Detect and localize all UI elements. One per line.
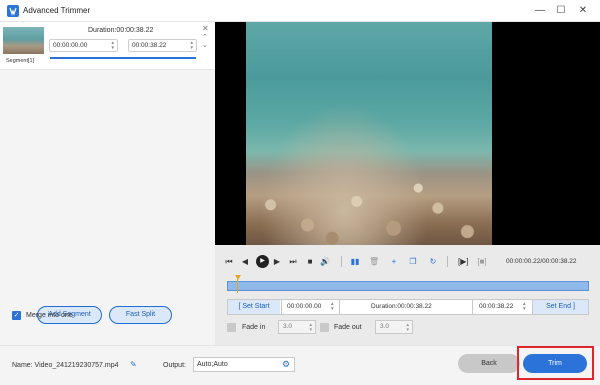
reset-icon[interactable]: ↻ [428, 257, 438, 267]
segment-end-value: 00:00:38.22 [132, 42, 167, 49]
set-start-button[interactable]: [ Set Start [228, 300, 280, 314]
video-frame-foreground [246, 178, 492, 245]
segment-close-icon[interactable]: ✕ [202, 24, 209, 33]
segment-progress-bar [50, 57, 196, 59]
back-button[interactable]: Back [458, 354, 520, 373]
close-icon[interactable]: ✕ [575, 3, 591, 19]
trim-button[interactable]: Trim [523, 354, 587, 373]
fade-in-checkbox[interactable] [227, 323, 236, 332]
output-file-name: Name: Video_241219230757.mp4 [12, 362, 119, 369]
stepper-icon[interactable]: ▲ ▼ [190, 40, 194, 50]
segment-down-icon[interactable]: ⌄ [202, 41, 208, 49]
app-logo-icon [7, 5, 19, 17]
segment-start-field[interactable]: 00:00:00.00 ▲ ▼ [49, 39, 118, 52]
end-time-field[interactable]: 00:00:38.22 [479, 300, 513, 314]
timeline-track[interactable] [227, 281, 589, 291]
window-title: Advanced Trimmer [23, 6, 91, 15]
segment-thumbnail [3, 27, 44, 54]
divider [472, 299, 473, 315]
segment-start-value: 00:00:00.00 [53, 42, 88, 49]
segment-name: Segment[1] [6, 58, 35, 64]
divider [341, 256, 342, 267]
divider [281, 299, 282, 315]
title-bar: Advanced Trimmer — ☐ ✕ [0, 0, 600, 22]
volume-icon[interactable]: 🔊 [320, 257, 330, 267]
stepper-icon[interactable]: ▲ ▼ [406, 322, 410, 332]
playhead-marker[interactable] [235, 275, 241, 280]
segment-end-field[interactable]: 00:00:38.22 ▲ ▼ [128, 39, 197, 52]
delete-icon[interactable]: 🗑 [369, 257, 379, 267]
divider [339, 299, 340, 315]
output-value: Auto;Auto [197, 361, 228, 368]
fast-split-button[interactable]: Fast Split [109, 306, 172, 324]
bracket-play-icon[interactable]: [▶] [458, 257, 469, 267]
stepper-icon[interactable]: ▲ ▼ [522, 301, 526, 311]
segment-panel [0, 22, 215, 345]
stop-icon[interactable]: ■ [305, 257, 315, 267]
output-label: Output: [163, 362, 186, 369]
add-icon[interactable]: + [389, 257, 399, 267]
gear-icon[interactable]: ⚙ [282, 357, 290, 372]
skip-start-icon[interactable]: ⏮ [224, 257, 234, 267]
split-icon[interactable]: ▮▮ [350, 257, 360, 267]
fade-out-field[interactable]: 3.0 ▲ ▼ [375, 320, 413, 334]
fade-out-label: Fade out [334, 324, 362, 331]
divider [447, 256, 448, 267]
copy-icon[interactable]: ❐ [408, 257, 418, 267]
trim-duration: Duration:00:00:38.22 [371, 303, 432, 310]
fade-in-field[interactable]: 3.0 ▲ ▼ [278, 320, 316, 334]
set-start-label: Set Start [242, 303, 270, 310]
set-end-label: Set End [546, 303, 572, 310]
skip-end-icon[interactable]: ⏭ [288, 257, 298, 267]
output-settings-field[interactable]: Auto;Auto [193, 357, 295, 372]
segment-card[interactable]: Segment[1] Duration:00:00:38.22 00:00:00… [0, 22, 215, 70]
stepper-icon[interactable]: ▲ ▼ [111, 40, 115, 50]
merge-checkbox[interactable]: ✓ [12, 311, 21, 320]
segment-up-icon[interactable]: ⌃ [202, 33, 208, 41]
step-forward-icon[interactable]: ▶ [272, 257, 282, 267]
stepper-icon[interactable]: ▲ ▼ [309, 322, 313, 332]
rename-pencil-icon[interactable]: ✎ [130, 360, 137, 369]
step-back-icon[interactable]: ◀ [240, 257, 250, 267]
fade-in-label: Fade in [242, 324, 266, 331]
set-end-icon: ] [571, 303, 575, 310]
time-readout: 00:00:00.22/00:00:38.22 [506, 258, 577, 265]
fade-out-checkbox[interactable] [320, 323, 329, 332]
fade-in-value: 3.0 [283, 323, 293, 330]
playhead[interactable] [237, 279, 238, 293]
set-end-button[interactable]: Set End ] [533, 300, 588, 314]
start-time-field[interactable]: 00:00:00.00 [287, 300, 321, 314]
maximize-icon[interactable]: ☐ [553, 3, 569, 19]
merge-label: Merge into one [26, 312, 73, 319]
minimize-icon[interactable]: — [532, 3, 548, 19]
segment-duration: Duration:00:00:38.22 [88, 27, 154, 34]
play-button[interactable]: ▶ [256, 255, 269, 268]
bracket-stop-icon[interactable]: [■] [477, 257, 487, 267]
stepper-icon[interactable]: ▲ ▼ [330, 301, 334, 311]
fade-out-value: 3.0 [380, 323, 390, 330]
